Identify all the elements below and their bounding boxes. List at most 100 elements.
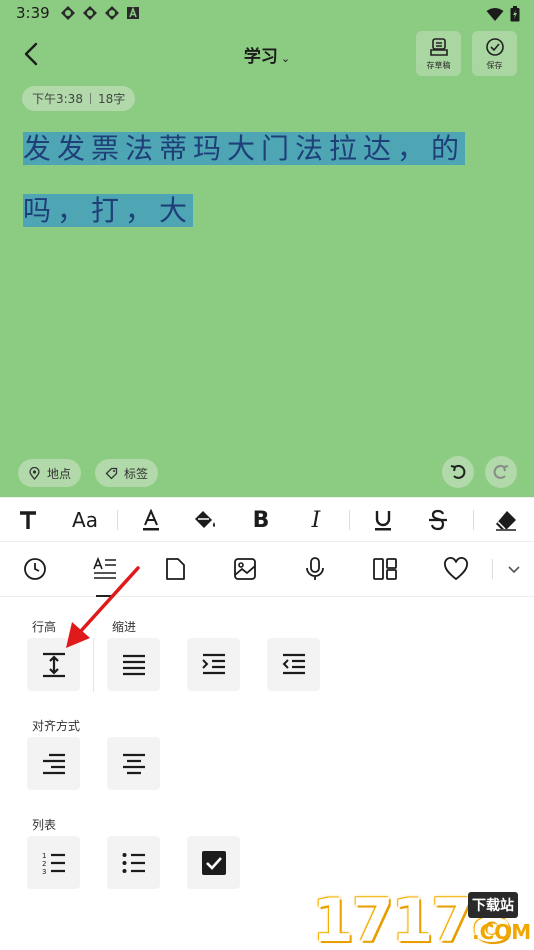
bullet-list-button[interactable] [107,836,160,889]
chevron-down-icon: ⌄ [280,52,291,65]
indent-decrease-icon [282,653,305,674]
eraser-icon [496,511,516,531]
bold-label: B [252,507,270,533]
watermark-domain: .COM [472,920,532,944]
battery-icon [510,6,520,26]
check-circle-icon [485,37,504,56]
italic-button[interactable]: I [300,504,332,536]
note-timestamp: 下午3:38 [32,92,83,106]
layout-icon [373,558,397,580]
tab-page-style[interactable] [159,553,191,585]
justify-lines-icon [122,654,145,675]
text-color-button[interactable] [135,504,167,536]
save-label: 保存 [486,60,503,70]
a-notification-icon [126,5,142,21]
align-center-icon [122,753,145,774]
site-watermark-logo: 17178 下载站 .COM [306,884,534,950]
note-text-line: 发发票法蒂玛大门法拉达，的 [23,132,466,165]
tag-icon [105,467,118,479]
status-bar: 3:39 [0,0,534,28]
tab-paragraph-format[interactable] [89,553,121,585]
location-chip[interactable]: 地点 [18,459,82,487]
underline-icon [375,511,391,531]
checklist-button[interactable] [187,836,240,889]
app-notification-icon [104,5,120,21]
tab-layout[interactable] [369,553,401,585]
font-size-button[interactable]: Aa [66,504,104,536]
undo-icon [450,464,466,479]
image-icon [234,558,256,580]
paint-bucket-icon [195,511,215,528]
align-center-button[interactable] [107,737,160,790]
text-color-icon [143,509,159,531]
note-area[interactable]: 3:39 学习 ⌄ 存草稿 保存 下午3:38 18字 发发票法蒂玛大门法拉达，的… [0,0,534,497]
heart-icon [444,557,468,581]
tab-reminder[interactable] [19,553,51,585]
text-style-button[interactable] [12,504,44,536]
redo-button[interactable] [485,456,517,488]
active-tab-indicator [96,595,114,597]
undo-button[interactable] [442,456,474,488]
format-toolbar: Aa B I [0,497,534,542]
expand-toolbar-button[interactable] [498,553,530,585]
draft-icon [429,37,448,56]
toolbar-divider [473,510,474,530]
redo-icon [493,464,509,479]
note-meta-badge: 下午3:38 18字 [22,86,136,111]
bold-button[interactable]: B [245,504,277,536]
line-height-label: 行高 [32,620,57,634]
status-notification-icons [60,5,142,21]
underline-button[interactable] [367,504,399,536]
tool-tab-bar [0,543,534,597]
chevron-down-icon [508,566,520,574]
tab-voice[interactable] [299,553,331,585]
tab-mood[interactable] [440,553,472,585]
paragraph-format-icon [93,557,116,579]
save-button[interactable]: 保存 [472,31,517,76]
page-icon [166,558,185,580]
line-height-icon [42,652,65,677]
indent-none-button[interactable] [107,638,160,691]
numbered-list-button[interactable]: 123 [27,836,80,889]
clock-icon [24,558,46,580]
tags-label: 标签 [124,466,149,481]
status-time: 3:39 [16,4,50,22]
note-body-editor[interactable]: 发发票法蒂玛大门法拉达，的 吗，打，大 [23,118,483,242]
tab-image[interactable] [229,553,261,585]
checkbox-icon [201,850,226,875]
strikethrough-icon [429,509,447,531]
status-right-icons [486,6,520,26]
wifi-icon [486,7,504,26]
fill-color-button[interactable] [189,504,221,536]
watermark-tag: 下载站 [468,892,518,918]
bullet-list-icon [122,852,145,873]
save-draft-label: 存草稿 [426,60,451,70]
svg-text:1: 1 [42,852,46,860]
line-height-button[interactable] [27,638,80,691]
font-size-label: Aa [72,508,98,532]
strikethrough-button[interactable] [422,504,454,536]
toolbar-divider [117,510,118,530]
location-label: 地点 [47,466,72,481]
indent-increase-icon [201,653,225,674]
eraser-button[interactable] [490,504,522,536]
location-pin-icon [29,466,40,480]
text-t-icon [20,511,36,529]
microphone-icon [306,557,324,580]
indent-increase-button[interactable] [187,638,240,691]
indent-decrease-button[interactable] [267,638,320,691]
numbered-list-icon: 123 [42,852,65,875]
italic-label: I [311,507,321,533]
app-notification-icon [82,5,98,21]
word-count: 18字 [97,92,126,106]
panel-divider [93,638,94,692]
toolbar-divider [492,559,493,579]
svg-text:3: 3 [42,868,46,875]
toolbar-divider [349,510,350,530]
save-draft-button[interactable]: 存草稿 [416,31,461,76]
tags-chip[interactable]: 标签 [95,459,159,487]
list-label: 列表 [32,818,57,832]
align-right-button[interactable] [27,737,80,790]
align-right-icon [42,753,65,774]
app-notification-icon [60,5,76,21]
